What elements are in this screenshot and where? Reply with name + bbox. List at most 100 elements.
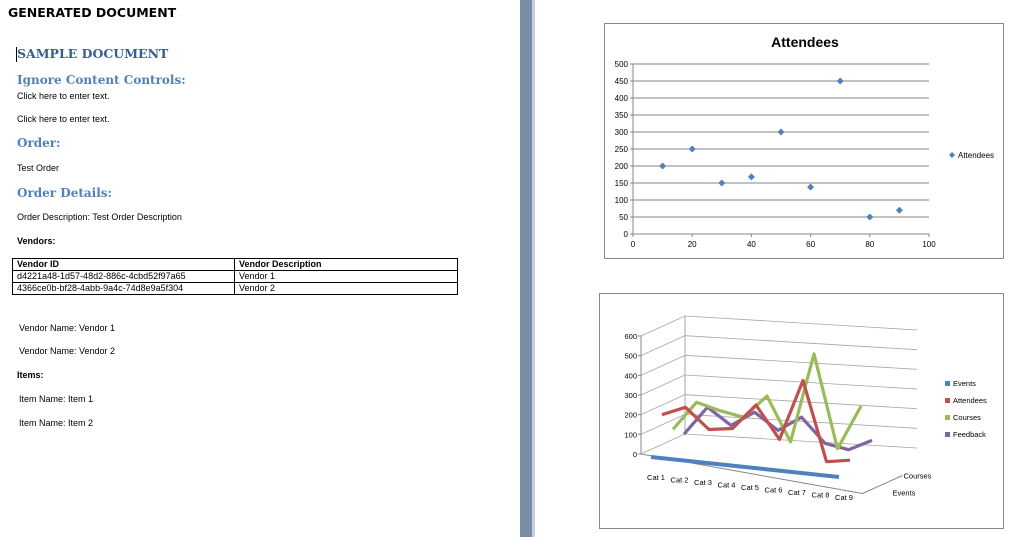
y-tick-label: 300 [615, 128, 629, 137]
y-tick-label: 350 [615, 111, 629, 120]
3d-line-svg: 0 100 200 300 400 500 600 Cat 1 Cat 2 Cat 3 Cat 4 C… [624, 315, 987, 502]
y-tick-label: 450 [615, 77, 629, 86]
items-label: Items: [17, 370, 44, 380]
x-tick-label: Cat 9 [835, 493, 853, 502]
depth-label: Events [893, 489, 916, 498]
legend-label: Attendees [953, 396, 987, 405]
vendors-label: Vendors: [17, 236, 56, 246]
item-name-1: Item Name: Item 1 [19, 394, 94, 404]
gridline [684, 335, 918, 351]
content-control-placeholder-2[interactable]: Click here to enter text. [17, 114, 110, 124]
x-tick-label: Cat 6 [765, 486, 783, 495]
legend-marker [945, 415, 950, 420]
ignore-content-controls-heading: Ignore Content Controls: [17, 73, 186, 87]
x-tick-label: 100 [922, 240, 936, 249]
legend-marker [949, 152, 955, 158]
table-cell-vendor-id: 4366ce0b-bf28-4abb-9a4c-74d8e9a5f304 [12, 282, 235, 295]
legend-label: Events [953, 379, 976, 388]
table-cell-vendor-description: Vendor 1 [234, 270, 458, 283]
legend-label: Feedback [953, 430, 986, 439]
y-tick-label: 0 [633, 450, 637, 459]
legend-label: Courses [953, 413, 981, 422]
y-tick-label: 250 [615, 145, 629, 154]
gridline [640, 354, 686, 376]
x-tick-label: Cat 1 [647, 473, 665, 482]
x-tick-label: 60 [806, 240, 815, 249]
depth-label: Courses [904, 472, 932, 481]
table-row: 4366ce0b-bf28-4abb-9a4c-74d8e9a5f304 Ven… [12, 282, 458, 295]
column-header-vendor-description: Vendor Description [234, 258, 458, 271]
x-tick-label: Cat 2 [671, 476, 689, 485]
legend-marker [945, 381, 950, 386]
series-line-attendees [661, 378, 851, 464]
page-splitter[interactable] [520, 0, 532, 537]
gridline [684, 354, 918, 370]
sample-document-heading: SAMPLE DOCUMENT [17, 46, 169, 61]
content-control-placeholder-1[interactable]: Click here to enter text. [17, 91, 110, 101]
series-line-events [650, 455, 840, 479]
series-line-courses [671, 352, 863, 451]
y-tick-label: 300 [624, 391, 637, 400]
item-name-2: Item Name: Item 2 [19, 418, 94, 428]
x-tick-label: 80 [865, 240, 874, 249]
column-header-vendor-id: Vendor ID [12, 258, 235, 271]
table-row: d4221a48-1d57-48d2-886c-4cbd52f97a65 Ven… [12, 270, 458, 283]
vendor-name-2: Vendor Name: Vendor 2 [19, 346, 116, 356]
x-tick-label: Cat 5 [741, 483, 759, 492]
y-tick-label: 400 [615, 94, 629, 103]
attendees-scatter-chart[interactable]: Attendees 0 50 100 150 200 250 300 350 400 450 500 0… [604, 23, 1004, 259]
x-tick-label: Cat 3 [694, 478, 712, 487]
legend-marker [945, 432, 950, 437]
y-tick-label: 200 [615, 162, 629, 171]
x-tick-label: Cat 8 [812, 491, 830, 500]
y-tick-label: 500 [615, 60, 629, 69]
gridline [684, 433, 918, 449]
data-point [747, 173, 755, 181]
y-tick-label: 500 [624, 352, 637, 361]
x-tick-label: Cat 7 [788, 488, 806, 497]
data-point [777, 128, 785, 136]
data-point [895, 206, 903, 214]
vendors-table: Vendor ID Vendor Description d4221a48-1d… [12, 258, 458, 295]
y-tick-label: 150 [615, 179, 629, 188]
data-point [836, 77, 844, 85]
table-cell-vendor-id: d4221a48-1d57-48d2-886c-4cbd52f97a65 [12, 270, 235, 283]
data-point [866, 213, 874, 221]
gridline [640, 394, 686, 416]
x-tick-label: 20 [688, 240, 697, 249]
document-title: GENERATED DOCUMENT [8, 5, 177, 20]
order-value: Test Order [17, 163, 60, 173]
vendor-name-1: Vendor Name: Vendor 1 [19, 323, 116, 333]
order-heading: Order: [17, 136, 61, 150]
data-point [718, 179, 726, 187]
gridline [640, 335, 686, 357]
y-tick-label: 600 [624, 332, 637, 341]
x-tick-label: 40 [747, 240, 756, 249]
document-page-left: GENERATED DOCUMENT SAMPLE DOCUMENT Ignor… [0, 0, 520, 537]
y-tick-label: 400 [624, 371, 637, 380]
gridline [684, 315, 918, 331]
attendees-scatter-svg: Attendees 0 50 100 150 200 250 300 350 400 450 500 0… [615, 34, 994, 249]
data-point [688, 145, 696, 153]
3d-line-chart[interactable]: 0 100 200 300 400 500 600 Cat 1 Cat 2 Cat 3 Cat 4 C… [599, 293, 1004, 529]
word-document-window: GENERATED DOCUMENT SAMPLE DOCUMENT Ignor… [0, 0, 1017, 537]
x-tick-label: 0 [631, 240, 636, 249]
y-tick-label: 0 [624, 230, 629, 239]
gridline [640, 374, 686, 396]
y-tick-label: 200 [624, 411, 637, 420]
chart-title: Attendees [771, 34, 839, 50]
gridline [640, 433, 686, 455]
x-tick-label: Cat 4 [718, 481, 736, 490]
y-tick-label: 100 [615, 196, 629, 205]
legend-marker [945, 398, 950, 403]
order-description: Order Description: Test Order Descriptio… [17, 212, 182, 222]
document-page-right: Attendees 0 50 100 150 200 250 300 350 400 450 500 0… [535, 0, 1017, 537]
legend-label: Attendees [958, 151, 994, 160]
gridline [640, 315, 686, 337]
table-cell-vendor-description: Vendor 2 [234, 282, 458, 295]
data-point [659, 162, 667, 170]
data-point [807, 183, 815, 191]
order-details-heading: Order Details: [17, 186, 112, 200]
y-tick-label: 50 [619, 213, 628, 222]
y-tick-label: 100 [624, 430, 637, 439]
